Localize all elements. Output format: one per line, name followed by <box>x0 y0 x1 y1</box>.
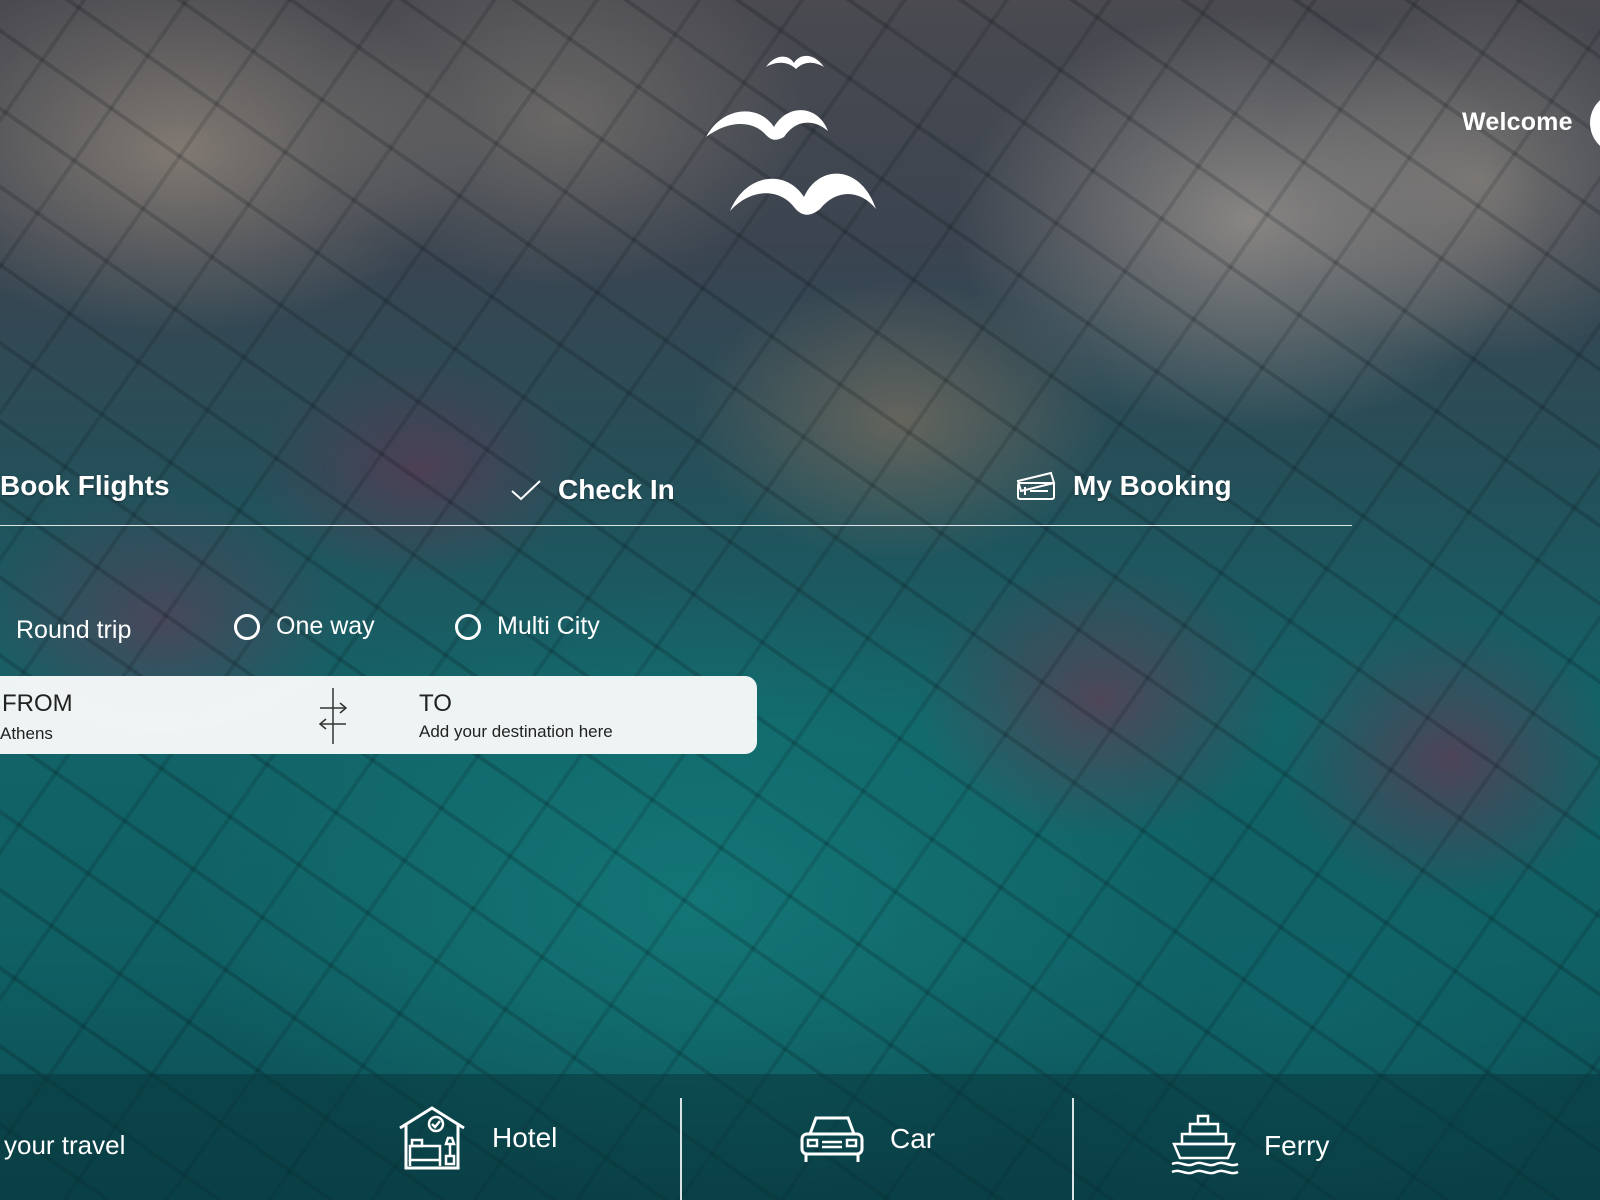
tab-my-booking[interactable]: My Booking <box>1015 470 1232 502</box>
radio-circle[interactable] <box>234 613 260 640</box>
radio-round-trip[interactable]: Round trip <box>16 616 131 645</box>
welcome-text: Welcome <box>1462 108 1573 136</box>
tab-book-flights[interactable]: Book Flights <box>0 470 170 502</box>
ticket-icon <box>1016 471 1056 500</box>
checkmark-icon <box>511 480 541 501</box>
page: Welcome Book Flights Check In My Booking… <box>0 0 1600 1200</box>
radio-multi-city[interactable]: Multi City <box>455 612 600 641</box>
services-intro-text: your travel <box>4 1130 126 1160</box>
services-divider <box>680 1098 682 1200</box>
tabs-divider <box>0 525 1352 526</box>
radio-label: Multi City <box>497 612 600 640</box>
to-label: TO <box>419 690 452 717</box>
radio-circle[interactable] <box>455 613 481 640</box>
car-icon <box>800 1116 864 1162</box>
radio-label: One way <box>276 612 375 640</box>
route-panel: FROM Athens TO Add your destination here <box>0 676 757 754</box>
service-hotel-button[interactable]: Hotel <box>396 1104 557 1172</box>
service-label: Hotel <box>492 1122 558 1153</box>
seagulls-logo-icon[interactable] <box>700 45 880 220</box>
tab-check-in[interactable]: Check In <box>510 474 675 506</box>
tab-label: My Booking <box>1073 470 1232 501</box>
tab-label: Book Flights <box>0 470 170 501</box>
service-label: Ferry <box>1264 1130 1330 1161</box>
service-label: Car <box>890 1123 936 1154</box>
from-label: FROM <box>2 690 73 717</box>
services-divider <box>1072 1098 1074 1200</box>
to-input[interactable]: Add your destination here <box>419 722 613 742</box>
swap-arrows-icon[interactable] <box>318 686 348 746</box>
service-ferry-button[interactable]: Ferry <box>1168 1112 1329 1180</box>
services-bar: your travel Hotel Car Ferry <box>0 1074 1600 1200</box>
radio-one-way[interactable]: One way <box>234 612 375 641</box>
tab-label: Check In <box>558 474 675 505</box>
from-input[interactable]: Athens <box>0 724 53 744</box>
service-car-button[interactable]: Car <box>798 1112 935 1166</box>
hotel-icon <box>399 1106 465 1170</box>
ferry-icon <box>1171 1114 1239 1175</box>
radio-label: Round trip <box>16 616 132 644</box>
